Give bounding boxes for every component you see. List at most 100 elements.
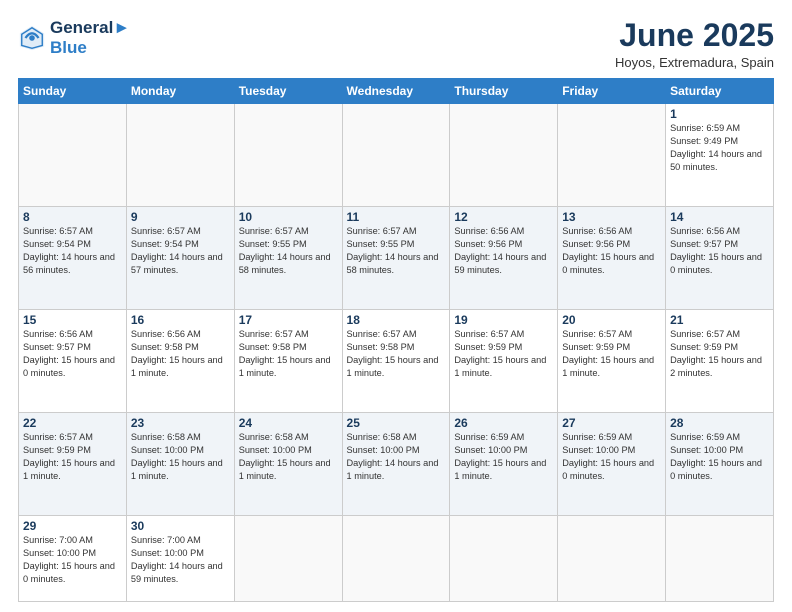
location-subtitle: Hoyos, Extremadura, Spain (615, 55, 774, 70)
calendar-day-cell: 13Sunrise: 6:56 AMSunset: 9:56 PMDayligh… (558, 207, 666, 310)
calendar-day-cell: 14Sunrise: 6:56 AMSunset: 9:57 PMDayligh… (666, 207, 774, 310)
calendar-day-cell (450, 516, 558, 602)
calendar-day-cell (234, 104, 342, 207)
day-info: Sunrise: 6:59 AMSunset: 10:00 PMDaylight… (670, 431, 769, 483)
day-number: 19 (454, 313, 553, 327)
logo-text: General► Blue (50, 18, 130, 57)
day-info: Sunrise: 6:57 AMSunset: 9:59 PMDaylight:… (670, 328, 769, 380)
calendar-day-cell: 18Sunrise: 6:57 AMSunset: 9:58 PMDayligh… (342, 310, 450, 413)
calendar-day-cell: 23Sunrise: 6:58 AMSunset: 10:00 PMDaylig… (126, 413, 234, 516)
calendar-day-cell: 20Sunrise: 6:57 AMSunset: 9:59 PMDayligh… (558, 310, 666, 413)
title-block: June 2025 Hoyos, Extremadura, Spain (615, 18, 774, 70)
day-info: Sunrise: 6:56 AMSunset: 9:57 PMDaylight:… (670, 225, 769, 277)
day-number: 17 (239, 313, 338, 327)
calendar-day-cell: 19Sunrise: 6:57 AMSunset: 9:59 PMDayligh… (450, 310, 558, 413)
weekday-header: Thursday (450, 79, 558, 104)
day-info: Sunrise: 6:59 AMSunset: 10:00 PMDaylight… (562, 431, 661, 483)
day-number: 28 (670, 416, 769, 430)
calendar-day-cell: 22Sunrise: 6:57 AMSunset: 9:59 PMDayligh… (19, 413, 127, 516)
calendar-header-row: SundayMondayTuesdayWednesdayThursdayFrid… (19, 79, 774, 104)
day-number: 30 (131, 519, 230, 533)
calendar-day-cell (666, 516, 774, 602)
weekday-header: Tuesday (234, 79, 342, 104)
calendar-day-cell: 15Sunrise: 6:56 AMSunset: 9:57 PMDayligh… (19, 310, 127, 413)
calendar-day-cell: 10Sunrise: 6:57 AMSunset: 9:55 PMDayligh… (234, 207, 342, 310)
day-number: 25 (347, 416, 446, 430)
calendar-day-cell (126, 104, 234, 207)
day-info: Sunrise: 6:56 AMSunset: 9:56 PMDaylight:… (562, 225, 661, 277)
day-info: Sunrise: 6:58 AMSunset: 10:00 PMDaylight… (131, 431, 230, 483)
day-number: 23 (131, 416, 230, 430)
day-number: 12 (454, 210, 553, 224)
calendar-day-cell: 16Sunrise: 6:56 AMSunset: 9:58 PMDayligh… (126, 310, 234, 413)
calendar-day-cell: 9Sunrise: 6:57 AMSunset: 9:54 PMDaylight… (126, 207, 234, 310)
calendar-week-row: 1Sunrise: 6:59 AMSunset: 9:49 PMDaylight… (19, 104, 774, 207)
day-info: Sunrise: 6:56 AMSunset: 9:56 PMDaylight:… (454, 225, 553, 277)
calendar-day-cell (450, 104, 558, 207)
day-number: 29 (23, 519, 122, 533)
day-number: 13 (562, 210, 661, 224)
weekday-header: Sunday (19, 79, 127, 104)
calendar: SundayMondayTuesdayWednesdayThursdayFrid… (18, 78, 774, 602)
day-info: Sunrise: 6:58 AMSunset: 10:00 PMDaylight… (347, 431, 446, 483)
day-number: 22 (23, 416, 122, 430)
calendar-day-cell (19, 104, 127, 207)
calendar-day-cell: 30Sunrise: 7:00 AMSunset: 10:00 PMDaylig… (126, 516, 234, 602)
calendar-day-cell: 21Sunrise: 6:57 AMSunset: 9:59 PMDayligh… (666, 310, 774, 413)
calendar-day-cell (558, 516, 666, 602)
calendar-day-cell: 12Sunrise: 6:56 AMSunset: 9:56 PMDayligh… (450, 207, 558, 310)
calendar-day-cell: 27Sunrise: 6:59 AMSunset: 10:00 PMDaylig… (558, 413, 666, 516)
calendar-day-cell: 24Sunrise: 6:58 AMSunset: 10:00 PMDaylig… (234, 413, 342, 516)
day-info: Sunrise: 6:57 AMSunset: 9:59 PMDaylight:… (23, 431, 122, 483)
calendar-day-cell: 1Sunrise: 6:59 AMSunset: 9:49 PMDaylight… (666, 104, 774, 207)
day-number: 14 (670, 210, 769, 224)
day-info: Sunrise: 7:00 AMSunset: 10:00 PMDaylight… (23, 534, 122, 586)
day-number: 26 (454, 416, 553, 430)
calendar-day-cell (234, 516, 342, 602)
calendar-day-cell: 28Sunrise: 6:59 AMSunset: 10:00 PMDaylig… (666, 413, 774, 516)
calendar-week-row: 8Sunrise: 6:57 AMSunset: 9:54 PMDaylight… (19, 207, 774, 310)
month-title: June 2025 (615, 18, 774, 53)
day-number: 1 (670, 107, 769, 121)
day-info: Sunrise: 6:56 AMSunset: 9:58 PMDaylight:… (131, 328, 230, 380)
day-number: 15 (23, 313, 122, 327)
day-number: 8 (23, 210, 122, 224)
day-info: Sunrise: 6:59 AMSunset: 9:49 PMDaylight:… (670, 122, 769, 174)
day-number: 24 (239, 416, 338, 430)
day-number: 20 (562, 313, 661, 327)
day-number: 16 (131, 313, 230, 327)
day-number: 10 (239, 210, 338, 224)
weekday-header: Friday (558, 79, 666, 104)
page: General► Blue June 2025 Hoyos, Extremadu… (0, 0, 792, 612)
day-info: Sunrise: 6:58 AMSunset: 10:00 PMDaylight… (239, 431, 338, 483)
day-info: Sunrise: 6:57 AMSunset: 9:59 PMDaylight:… (562, 328, 661, 380)
day-info: Sunrise: 6:59 AMSunset: 10:00 PMDaylight… (454, 431, 553, 483)
day-number: 27 (562, 416, 661, 430)
day-number: 21 (670, 313, 769, 327)
day-info: Sunrise: 7:00 AMSunset: 10:00 PMDaylight… (131, 534, 230, 586)
header: General► Blue June 2025 Hoyos, Extremadu… (18, 18, 774, 70)
calendar-day-cell: 29Sunrise: 7:00 AMSunset: 10:00 PMDaylig… (19, 516, 127, 602)
calendar-day-cell: 11Sunrise: 6:57 AMSunset: 9:55 PMDayligh… (342, 207, 450, 310)
calendar-day-cell (342, 104, 450, 207)
day-info: Sunrise: 6:57 AMSunset: 9:58 PMDaylight:… (347, 328, 446, 380)
logo: General► Blue (18, 18, 130, 57)
calendar-day-cell: 25Sunrise: 6:58 AMSunset: 10:00 PMDaylig… (342, 413, 450, 516)
calendar-day-cell (558, 104, 666, 207)
calendar-day-cell: 26Sunrise: 6:59 AMSunset: 10:00 PMDaylig… (450, 413, 558, 516)
weekday-header: Saturday (666, 79, 774, 104)
day-info: Sunrise: 6:57 AMSunset: 9:59 PMDaylight:… (454, 328, 553, 380)
calendar-week-row: 22Sunrise: 6:57 AMSunset: 9:59 PMDayligh… (19, 413, 774, 516)
day-info: Sunrise: 6:57 AMSunset: 9:54 PMDaylight:… (23, 225, 122, 277)
day-info: Sunrise: 6:57 AMSunset: 9:54 PMDaylight:… (131, 225, 230, 277)
calendar-day-cell: 8Sunrise: 6:57 AMSunset: 9:54 PMDaylight… (19, 207, 127, 310)
day-number: 11 (347, 210, 446, 224)
calendar-week-row: 29Sunrise: 7:00 AMSunset: 10:00 PMDaylig… (19, 516, 774, 602)
weekday-header: Wednesday (342, 79, 450, 104)
day-info: Sunrise: 6:57 AMSunset: 9:58 PMDaylight:… (239, 328, 338, 380)
day-info: Sunrise: 6:56 AMSunset: 9:57 PMDaylight:… (23, 328, 122, 380)
day-info: Sunrise: 6:57 AMSunset: 9:55 PMDaylight:… (347, 225, 446, 277)
day-info: Sunrise: 6:57 AMSunset: 9:55 PMDaylight:… (239, 225, 338, 277)
calendar-day-cell: 17Sunrise: 6:57 AMSunset: 9:58 PMDayligh… (234, 310, 342, 413)
logo-icon (18, 24, 46, 52)
